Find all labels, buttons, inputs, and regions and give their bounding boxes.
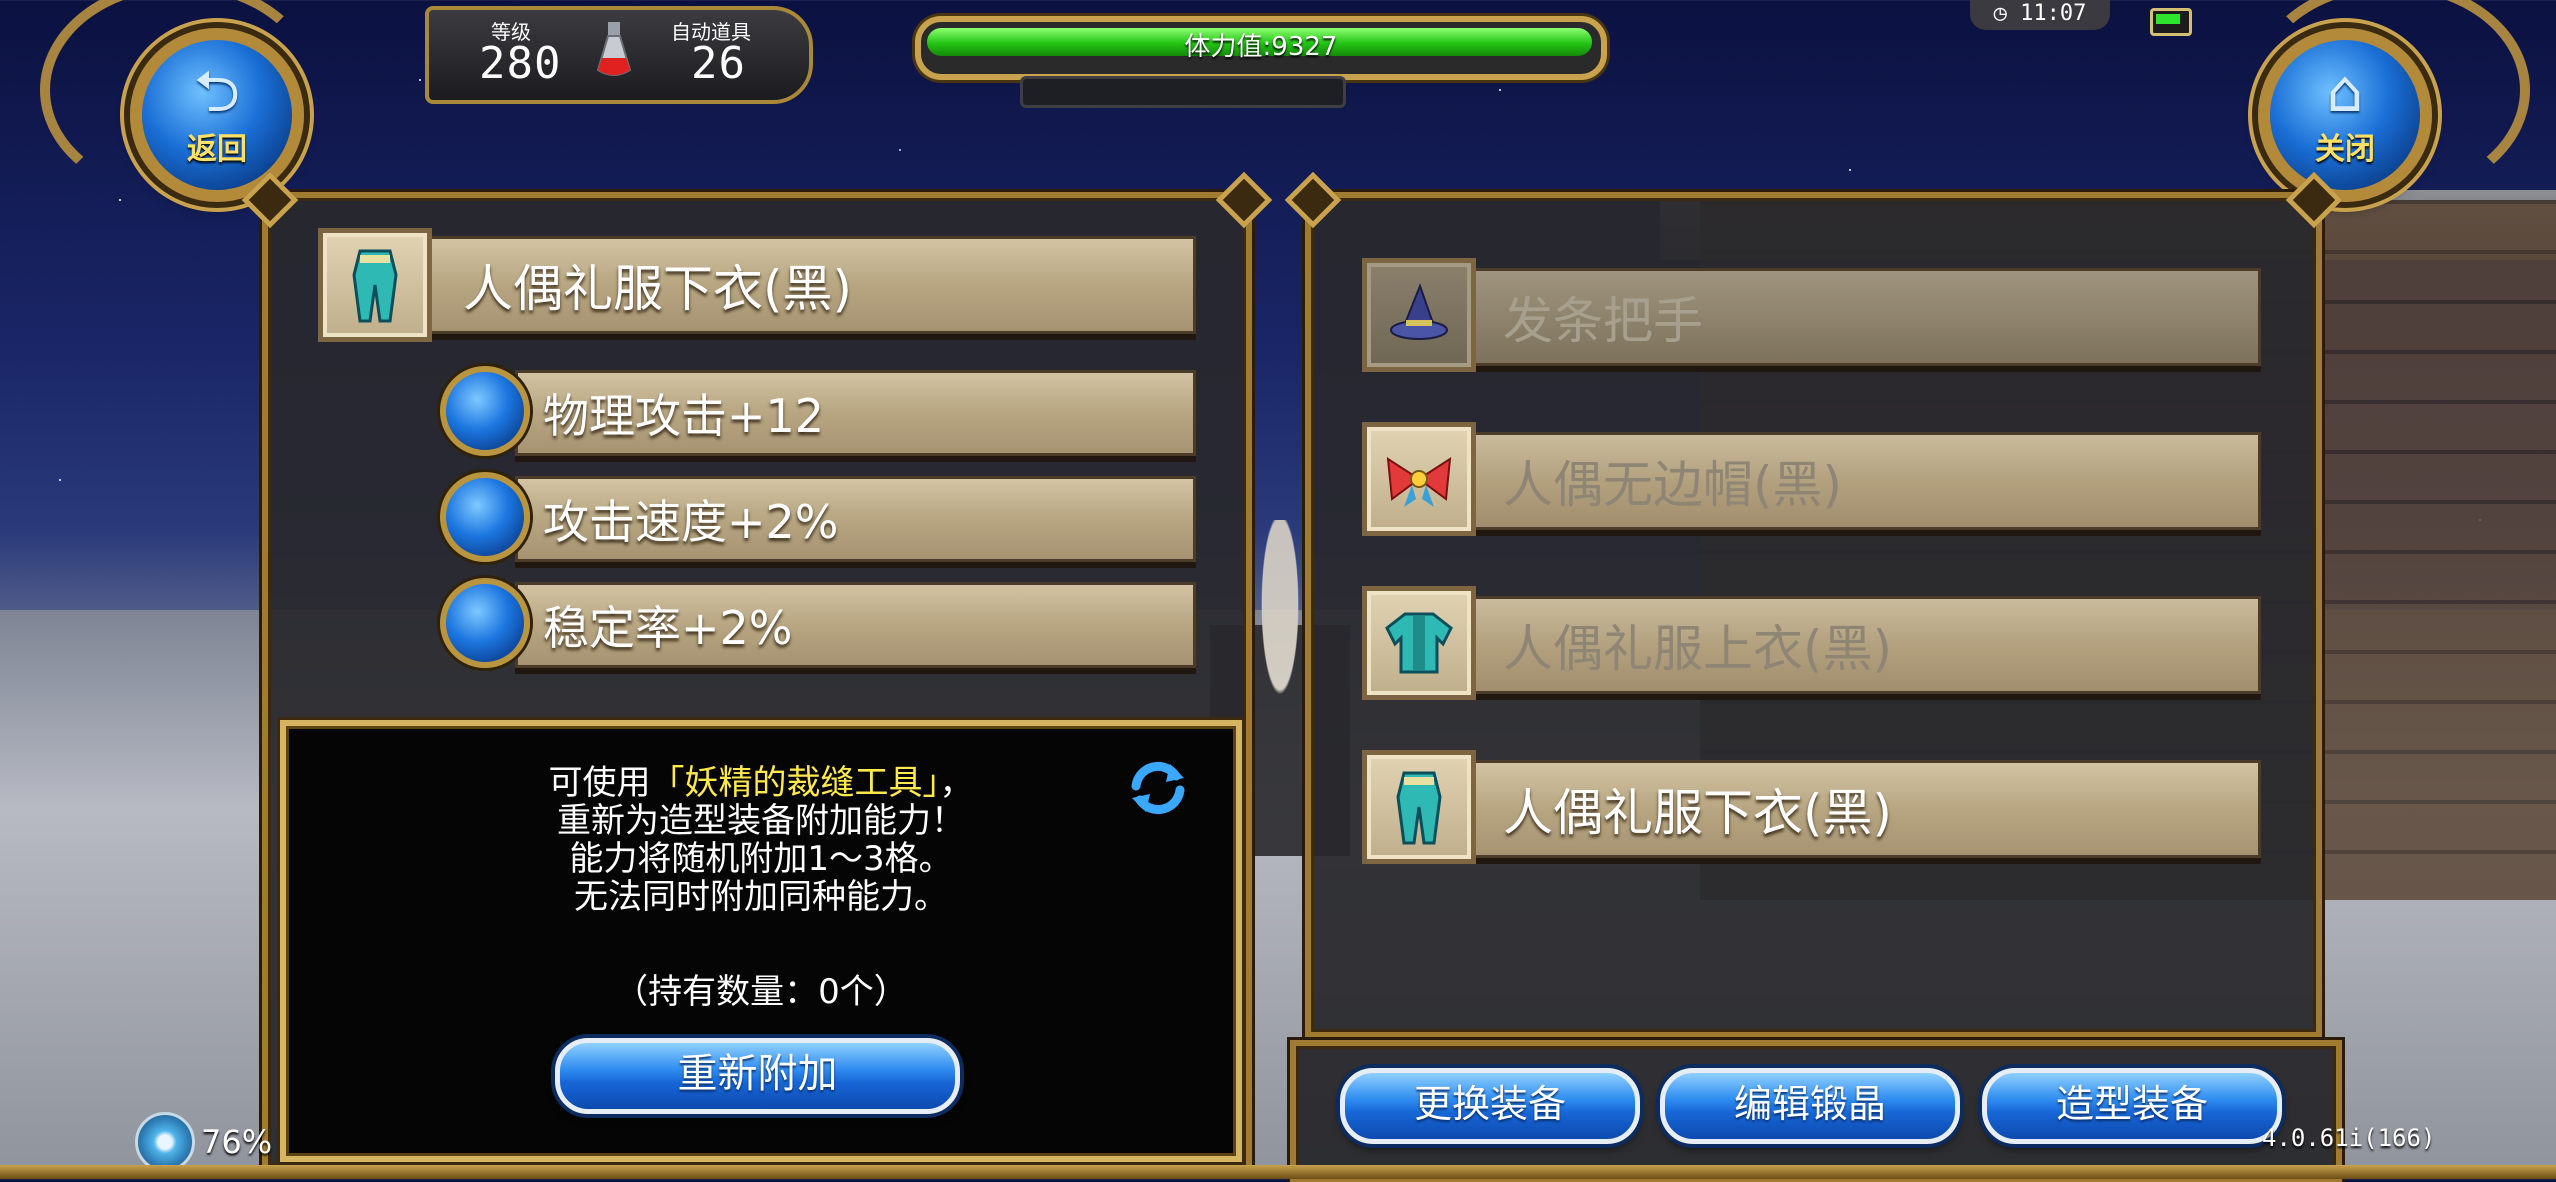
selected-item-icon-box <box>318 228 432 342</box>
back-button[interactable]: ⮌ 返回 <box>130 28 304 202</box>
wizard-hat-icon <box>1390 283 1448 340</box>
reattach-description: 可使用「妖精的裁缝工具」， 重新为造型装备附加能力！ 能力将随机附加1～3格。 … <box>286 764 1236 916</box>
clock-time: 11:07 <box>2020 1 2087 26</box>
tailor-tool-name: 「妖精的裁缝工具」 <box>650 763 940 803</box>
equip-slot-doll-top[interactable]: 人偶礼服上衣(黑) <box>1470 596 2261 694</box>
load-percent: 76% <box>201 1123 273 1161</box>
player-stats-plate: 等级 280 自动道具 26 <box>425 6 813 104</box>
ability-orb-2 <box>440 472 530 562</box>
selected-item-name: 人偶礼服下衣(黑) <box>463 260 853 318</box>
auto-item-value: 26 <box>691 38 746 89</box>
equip-icon-box-1 <box>1362 258 1476 372</box>
load-indicator: 76% <box>135 1112 272 1172</box>
potion-icon <box>596 22 632 76</box>
info-line-1: 可使用「妖精的裁缝工具」， <box>286 764 1236 802</box>
equip-name-1: 发条把手 <box>1503 292 1703 350</box>
armor-legs-icon <box>1396 771 1442 845</box>
reattach-button[interactable]: 重新附加 <box>555 1038 960 1114</box>
stamina-text: 体力值:9327 <box>1184 32 1338 62</box>
clock: ◷ 11:07 <box>1970 0 2110 30</box>
ability-orb-3 <box>440 578 530 668</box>
edit-crystal-button[interactable]: 编辑锻晶 <box>1660 1068 1960 1144</box>
selected-item-slot: 人偶礼服下衣(黑) <box>420 236 1196 334</box>
equip-icon-box-4 <box>1362 750 1476 864</box>
equip-slot-doll-bottom[interactable]: 人偶礼服下衣(黑) <box>1470 760 2261 858</box>
equip-name-4: 人偶礼服下衣(黑) <box>1503 784 1893 842</box>
ability-text-2: 攻击速度+2% <box>543 495 839 549</box>
change-equipment-button[interactable]: 更换装备 <box>1340 1068 1640 1144</box>
info-line-3: 能力将随机附加1～3格。 <box>569 839 953 879</box>
back-arrow-icon: ⮌ <box>193 57 241 125</box>
info-line-2: 重新为造型装备附加能力！ <box>557 801 965 841</box>
armor-top-icon <box>1385 612 1453 674</box>
level-value: 280 <box>479 38 562 89</box>
info-line-4: 无法同时附加同种能力。 <box>574 877 948 917</box>
equip-slot-gear-handle[interactable]: 发条把手 <box>1470 268 2261 366</box>
version-label: 4.0.61i(166) <box>2262 1124 2436 1152</box>
stamina-bar: 体力值:9327 <box>915 16 1607 80</box>
close-button[interactable]: ⌂ 关闭 <box>2258 28 2432 202</box>
equip-icon-box-3 <box>1362 586 1476 700</box>
clock-icon: ◷ <box>1993 1 2007 26</box>
bottom-gold-strip <box>0 1165 2556 1179</box>
ability-text-3: 稳定率+2% <box>543 601 793 655</box>
battery-icon <box>2150 8 2192 36</box>
ability-slot-3: 稳定率+2% <box>515 582 1196 668</box>
info-line-1-suffix: ， <box>939 763 974 803</box>
equip-name-3: 人偶礼服上衣(黑) <box>1503 620 1893 678</box>
home-icon: ⌂ <box>2326 57 2364 125</box>
swirl-icon <box>135 1112 195 1172</box>
refresh-icon[interactable] <box>1126 756 1190 820</box>
ribbon-bow-icon <box>1386 457 1452 507</box>
ability-text-1: 物理攻击+12 <box>543 389 825 443</box>
owned-count: （持有数量：0个） <box>614 972 908 1012</box>
ability-slot-1: 物理攻击+12 <box>515 370 1196 456</box>
close-button-label: 关闭 <box>2315 132 2375 167</box>
ability-slot-2: 攻击速度+2% <box>515 476 1196 562</box>
equip-slot-doll-cap[interactable]: 人偶无边帽(黑) <box>1470 432 2261 530</box>
secondary-gauge <box>1020 76 1346 108</box>
back-button-label: 返回 <box>187 132 247 167</box>
style-equipment-button[interactable]: 造型装备 <box>1982 1068 2282 1144</box>
info-line-1-prefix: 可使用 <box>548 763 651 803</box>
armor-legs-icon <box>352 249 398 323</box>
equip-icon-box-2 <box>1362 422 1476 536</box>
equip-name-2: 人偶无边帽(黑) <box>1503 456 1843 514</box>
ability-orb-1 <box>440 366 530 456</box>
